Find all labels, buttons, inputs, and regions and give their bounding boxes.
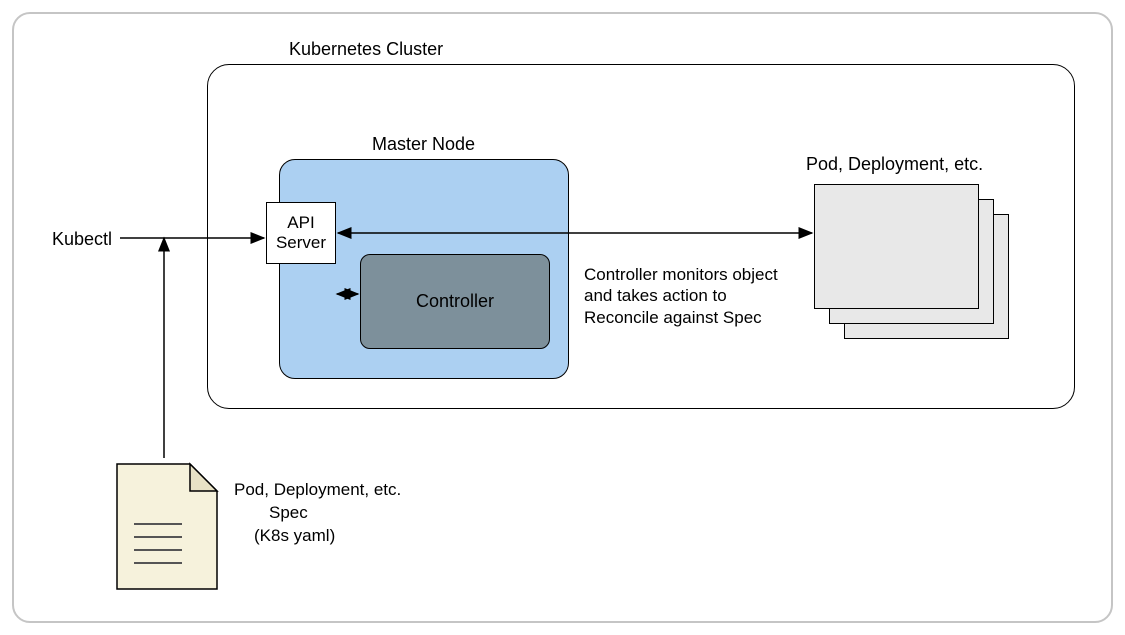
controller-description: Controller monitors object and takes act… xyxy=(584,264,794,328)
controller-label: Controller xyxy=(416,291,494,312)
controller-box: Controller xyxy=(360,254,550,349)
pod-stack-title: Pod, Deployment, etc. xyxy=(806,154,983,175)
outer-frame: Kubectl Kubernetes Cluster Master Node A… xyxy=(12,12,1113,623)
cluster-title: Kubernetes Cluster xyxy=(289,39,443,60)
spec-file-label: Pod, Deployment, etc. Spec (K8s yaml) xyxy=(234,479,401,548)
kubernetes-diagram: Kubectl Kubernetes Cluster Master Node A… xyxy=(14,14,1111,621)
spec-line1: Pod, Deployment, etc. xyxy=(234,479,401,502)
spec-line2: Spec xyxy=(234,502,401,525)
api-server-box: API Server xyxy=(266,202,336,264)
api-server-label: API Server xyxy=(276,213,326,254)
pod-rect-1 xyxy=(814,184,979,309)
spec-file-icon xyxy=(112,459,222,599)
kubectl-label: Kubectl xyxy=(52,229,112,250)
master-node-title: Master Node xyxy=(372,134,475,155)
spec-line3: (K8s yaml) xyxy=(234,525,401,548)
